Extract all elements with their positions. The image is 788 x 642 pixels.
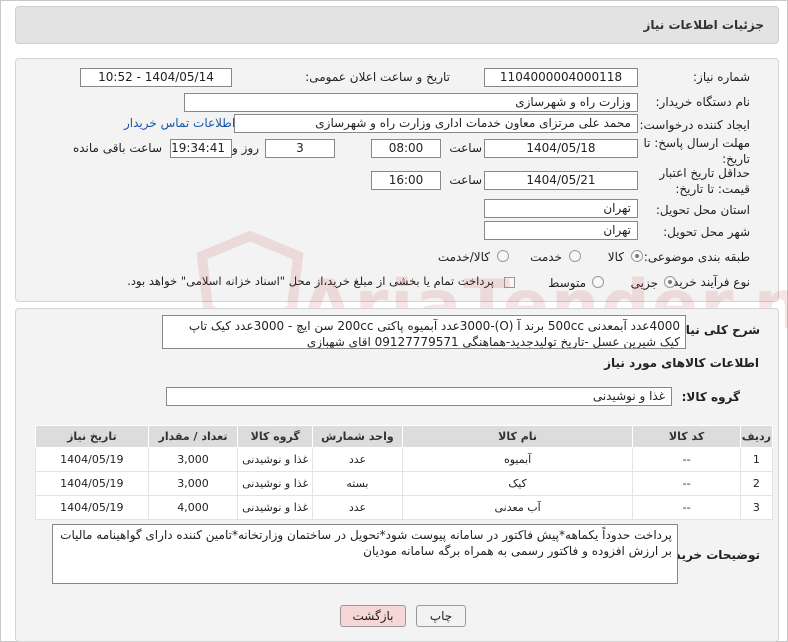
treasury-payment-checkbox[interactable]	[504, 277, 515, 288]
buyer-contact-link[interactable]: اطلاعات تماس خریدار	[124, 116, 235, 130]
group-label: گروه کالا:	[681, 390, 740, 404]
treasury-payment-note: پرداخت تمام یا بخشی از مبلغ خرید،از محل …	[127, 274, 494, 288]
col-group: گروه کالا	[237, 425, 314, 448]
cell-date: 1404/05/19	[35, 495, 149, 520]
creator-field: محمد علی مرتزای معاون خدمات اداری وزارت …	[234, 114, 638, 133]
cell-code: --	[632, 495, 741, 520]
need-number-label: شماره نیاز:	[693, 70, 750, 84]
cell-unit: عدد	[312, 495, 403, 520]
days-field: 3	[265, 139, 335, 158]
cell-date: 1404/05/19	[35, 471, 149, 496]
category-radio-service[interactable]	[569, 250, 581, 262]
goods-table-header: ردیف کد کالا نام کالا واحد شمارش گروه کا…	[35, 425, 774, 448]
category-radio-goods[interactable]	[631, 250, 643, 262]
creator-label: ایجاد کننده درخواست:	[639, 118, 750, 132]
back-button[interactable]: بازگشت	[340, 605, 406, 627]
category-option-goods-service: کالا/خدمت	[437, 250, 490, 264]
cell-date: 1404/05/19	[35, 447, 149, 472]
category-label: طبقه بندی موضوعی:	[643, 250, 750, 264]
col-unit: واحد شمارش	[312, 425, 403, 448]
cell-code: --	[632, 471, 741, 496]
cell-row: 2	[739, 471, 774, 496]
cell-name: آب معدنی	[401, 495, 634, 520]
col-qty: تعداد / مقدار	[147, 425, 239, 448]
days-label: روز و	[232, 141, 259, 155]
city-field: تهران	[484, 221, 638, 240]
col-code: کد کالا	[632, 425, 741, 448]
remaining-label: ساعت باقی مانده	[72, 141, 162, 155]
table-row: 3 -- آب معدنی عدد غذا و نوشیدنی 4,000 14…	[35, 495, 774, 520]
validity-time-label: ساعت	[449, 173, 482, 187]
table-row: 2 -- کیک بسته غذا و نوشیدنی 3,000 1404/0…	[35, 471, 774, 496]
remaining-time-field: 19:34:41	[170, 139, 232, 158]
cell-qty: 3,000	[147, 471, 239, 496]
send-time-field: 08:00	[371, 139, 441, 158]
col-name: نام کالا	[401, 425, 634, 448]
send-deadline-label: مهلت ارسال پاسخ: تا تاریخ:	[643, 136, 750, 166]
page-title: جزئیات اطلاعات نیاز	[643, 18, 764, 32]
province-label: استان محل تحویل:	[655, 203, 750, 217]
summary-textarea[interactable]: 4000عدد آبمعدنی 500cc برند آ (O)-3000عدد…	[162, 315, 686, 349]
cell-group: غذا و نوشیدنی	[237, 471, 314, 496]
process-label: نوع فرآیند خرید :	[665, 275, 750, 289]
table-row: 1 -- آبمیوه عدد غذا و نوشیدنی 3,000 1404…	[35, 447, 774, 472]
goods-table: ردیف کد کالا نام کالا واحد شمارش گروه کا…	[35, 425, 774, 520]
cell-row: 3	[739, 495, 774, 520]
validity-time-field: 16:00	[371, 171, 441, 190]
print-button[interactable]: چاپ	[416, 605, 466, 627]
province-field: تهران	[484, 199, 638, 218]
header-bar: جزئیات اطلاعات نیاز	[15, 6, 779, 44]
need-number-field: 1104000004000118	[484, 68, 638, 87]
category-radio-goods-service[interactable]	[497, 250, 509, 262]
process-option-medium: متوسط	[548, 276, 586, 290]
buyer-org-label: نام دستگاه خریدار:	[655, 95, 751, 109]
col-row: ردیف	[739, 425, 774, 448]
cell-name: آبمیوه	[401, 447, 634, 472]
cell-code: --	[632, 447, 741, 472]
send-time-label: ساعت	[449, 141, 482, 155]
cell-unit: عدد	[312, 447, 403, 472]
category-option-goods: کالا	[607, 250, 624, 264]
price-validity-label: حداقل تاریخ اعتبار قیمت: تا تاریخ:	[659, 166, 750, 196]
goods-section-title: اطلاعات کالاهای مورد نیاز	[604, 356, 759, 370]
summary-label: شرح کلی نیاز:	[674, 323, 760, 337]
process-option-minor: جزیی	[630, 276, 658, 290]
cell-name: کیک	[401, 471, 634, 496]
buyer-notes-textarea[interactable]: پرداخت حدوداً یکماهه*پیش فاکتور در سامان…	[52, 524, 678, 584]
city-label: شهر محل تحویل:	[663, 225, 750, 239]
cell-qty: 4,000	[147, 495, 239, 520]
announce-label: تاریخ و ساعت اعلان عمومی:	[305, 70, 450, 84]
send-date-field: 1404/05/18	[484, 139, 638, 158]
col-date: تاریخ نیاز	[35, 425, 149, 448]
process-radio-minor[interactable]	[664, 276, 676, 288]
category-option-service: خدمت	[530, 250, 562, 264]
announce-datetime-field: 1404/05/14 - 10:52	[80, 68, 232, 87]
cell-row: 1	[739, 447, 774, 472]
cell-unit: بسته	[312, 471, 403, 496]
group-field: غذا و نوشیدنی	[166, 387, 672, 406]
cell-group: غذا و نوشیدنی	[237, 447, 314, 472]
cell-qty: 3,000	[147, 447, 239, 472]
cell-group: غذا و نوشیدنی	[237, 495, 314, 520]
process-radio-medium[interactable]	[592, 276, 604, 288]
validity-date-field: 1404/05/21	[484, 171, 638, 190]
buyer-org-field: وزارت راه و شهرسازی	[184, 93, 638, 112]
